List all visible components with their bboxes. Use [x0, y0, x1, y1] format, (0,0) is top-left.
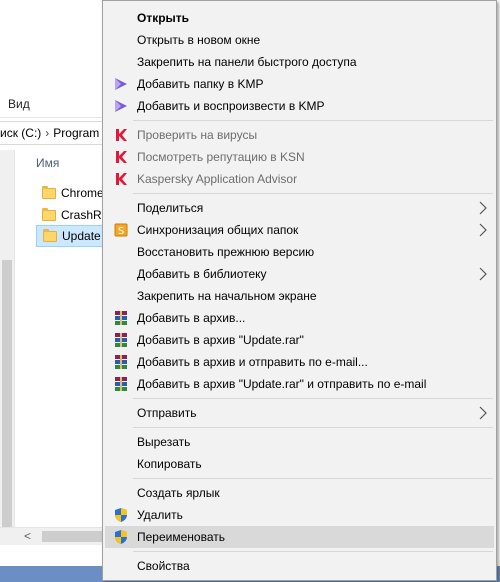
menu-item-send-to[interactable]: Отправить	[105, 402, 494, 424]
menu-item-label: Открыть	[137, 11, 190, 25]
menu-item-label: Переименовать	[137, 530, 225, 544]
menu-item-label: Открыть в новом окне	[137, 33, 261, 47]
chevron-right-icon	[479, 267, 487, 281]
kaspersky-icon	[116, 129, 127, 141]
scroll-left-icon[interactable]: <	[24, 529, 31, 543]
menu-item-label: Проверить на вирусы	[137, 128, 258, 142]
file-name: Update	[62, 229, 101, 243]
sync-folders-icon: S	[114, 223, 128, 237]
menu-item-label: Свойства	[137, 559, 190, 573]
chevron-right-icon	[479, 201, 487, 215]
menu-item-cut[interactable]: Вырезать	[105, 431, 494, 453]
menu-item-open[interactable]: Открыть	[105, 7, 494, 29]
menu-item-rename[interactable]: Переименовать	[105, 526, 494, 548]
menu-item-ksn-reputation[interactable]: Посмотреть репутацию в KSN	[105, 146, 494, 168]
ribbon-tab-view[interactable]: Вид	[8, 97, 30, 111]
menu-item-pin-start[interactable]: Закрепить на начальном экране	[105, 285, 494, 307]
address-separator: ›	[45, 126, 50, 140]
menu-item-restore-previous[interactable]: Восстановить прежнюю версию	[105, 241, 494, 263]
menu-item-properties[interactable]: Свойства	[105, 555, 494, 577]
menu-item-pin-quick-access[interactable]: Закрепить на панели быстрого доступа	[105, 51, 494, 73]
folder-icon	[43, 228, 57, 242]
winrar-icon	[115, 377, 127, 391]
uac-shield-icon	[115, 508, 127, 522]
menu-item-archive-email[interactable]: Добавить в архив и отправить по e-mail..…	[105, 351, 494, 373]
menu-item-open-new-window[interactable]: Открыть в новом окне	[105, 29, 494, 51]
menu-item-label: Копировать	[137, 457, 202, 471]
uac-shield-icon	[115, 530, 127, 544]
kmplayer-icon	[115, 78, 127, 90]
winrar-icon	[115, 355, 127, 369]
menu-item-kaspersky-advisor[interactable]: Kaspersky Application Advisor	[105, 168, 494, 190]
svg-text:S: S	[118, 226, 124, 237]
kaspersky-icon	[116, 151, 127, 163]
address-folder[interactable]: Program	[53, 126, 99, 140]
menu-item-add-to-library[interactable]: Добавить в библиотеку	[105, 263, 494, 285]
menu-item-add-update-rar[interactable]: Добавить в архив "Update.rar"	[105, 329, 494, 351]
horizontal-scrollbar[interactable]: <	[0, 527, 102, 545]
menu-item-label: Kaspersky Application Advisor	[137, 172, 298, 186]
folder-icon	[42, 185, 56, 199]
navigation-pane-scrollbar[interactable]	[0, 150, 15, 544]
menu-item-label: Добавить в архив "Update.rar" и отправит…	[137, 377, 427, 391]
scrollbar-thumb[interactable]	[2, 260, 12, 530]
menu-separator	[133, 551, 493, 552]
menu-separator	[133, 193, 493, 194]
menu-separator	[133, 478, 493, 479]
menu-item-copy[interactable]: Копировать	[105, 453, 494, 475]
menu-item-label: Закрепить на панели быстрого доступа	[137, 55, 357, 69]
column-header-name[interactable]: Имя	[36, 156, 59, 170]
menu-item-add-archive[interactable]: Добавить в архив...	[105, 307, 494, 329]
menu-item-label: Поделиться	[137, 201, 204, 215]
ribbon-divider	[0, 117, 102, 118]
winrar-icon	[115, 333, 127, 347]
menu-item-label: Восстановить прежнюю версию	[137, 245, 315, 259]
menu-separator	[133, 120, 493, 121]
menu-item-label: Посмотреть репутацию в KSN	[137, 150, 305, 164]
menu-item-label: Синхронизация общих папок	[137, 223, 299, 237]
winrar-icon	[115, 311, 127, 325]
menu-item-label: Вырезать	[137, 435, 191, 449]
file-name: Chrome	[61, 186, 104, 200]
kaspersky-icon	[116, 173, 127, 185]
menu-item-add-play-kmp[interactable]: Добавить и воспроизвести в KMP	[105, 95, 494, 117]
menu-item-label: Удалить	[137, 508, 183, 522]
menu-item-add-folder-kmp[interactable]: Добавить папку в KMP	[105, 73, 494, 95]
kmplayer-icon	[115, 100, 127, 112]
menu-item-label: Закрепить на начальном экране	[137, 289, 317, 303]
menu-item-scan-viruses[interactable]: Проверить на вирусы	[105, 124, 494, 146]
horizontal-scrollbar-thumb[interactable]	[42, 531, 102, 542]
context-menu: Открыть Открыть в новом окне Закрепить н…	[102, 0, 497, 581]
menu-item-label: Добавить в библиотеку	[137, 267, 267, 281]
menu-item-label: Добавить в архив и отправить по e-mail..…	[137, 355, 368, 369]
menu-item-label: Добавить и воспроизвести в KMP	[137, 99, 325, 113]
address-drive[interactable]: иск (C:)	[0, 126, 41, 140]
menu-item-update-rar-email[interactable]: Добавить в архив "Update.rar" и отправит…	[105, 373, 494, 395]
menu-item-create-shortcut[interactable]: Создать ярлык	[105, 482, 494, 504]
menu-item-share[interactable]: Поделиться	[105, 197, 494, 219]
menu-item-label: Добавить в архив "Update.rar"	[137, 333, 304, 347]
chevron-right-icon	[479, 406, 487, 420]
menu-item-label: Добавить папку в KMP	[137, 77, 264, 91]
menu-item-label: Создать ярлык	[137, 486, 220, 500]
menu-separator	[133, 398, 493, 399]
menu-item-sync-shared-folders[interactable]: S Синхронизация общих папок	[105, 219, 494, 241]
menu-item-label: Добавить в архив...	[137, 311, 246, 325]
menu-item-delete[interactable]: Удалить	[105, 504, 494, 526]
chevron-right-icon	[479, 223, 487, 237]
address-bar[interactable]: иск (C:) › Program	[0, 121, 104, 145]
menu-item-label: Отправить	[137, 406, 197, 420]
menu-separator	[133, 427, 493, 428]
folder-icon	[42, 207, 56, 221]
